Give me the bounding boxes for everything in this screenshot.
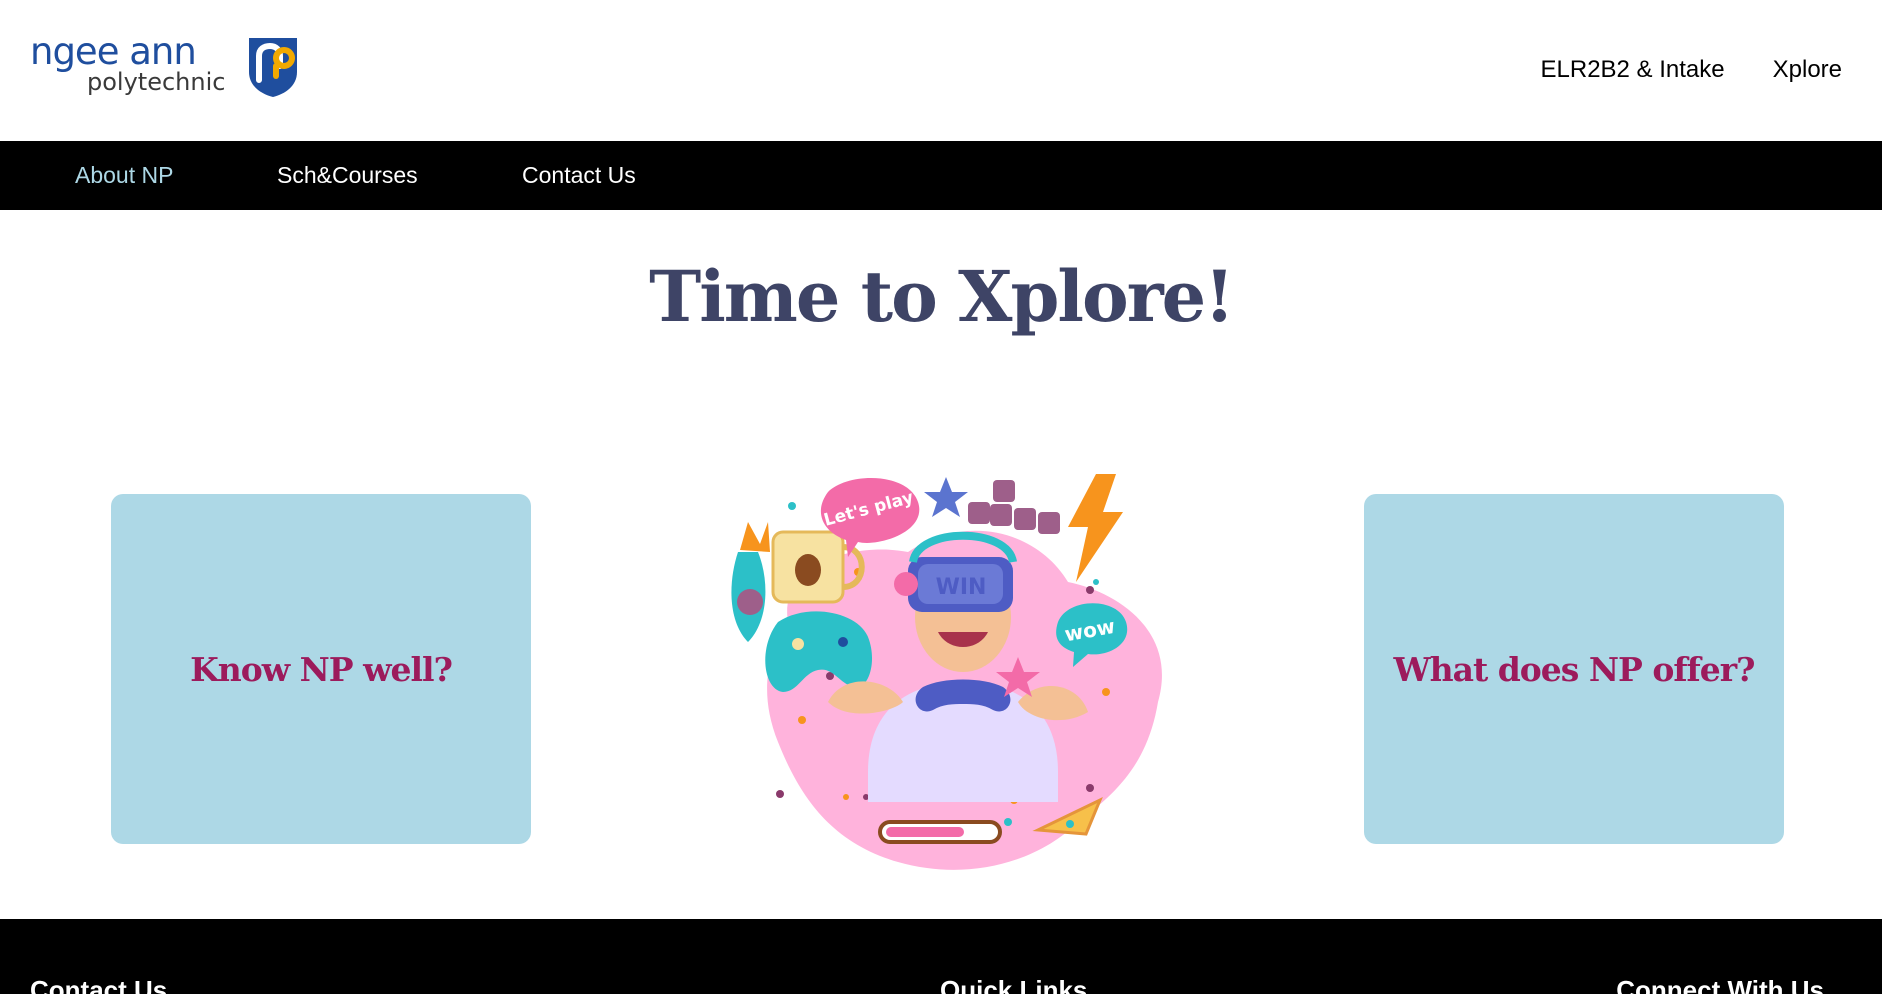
page-title: Time to Xplore!: [649, 255, 1235, 338]
main-nav-bar: About NP Sch&Courses Contact Us: [0, 141, 1882, 210]
footer-heading-connect-with-us: Connect With Us: [1616, 975, 1824, 994]
logo-wordmark-bottom: polytechnic: [87, 68, 226, 96]
card-what-does-np-offer[interactable]: What does NP offer?: [1364, 494, 1784, 844]
nav-item-sch-courses[interactable]: Sch&Courses: [277, 141, 418, 210]
top-utility-nav: ELR2B2 & Intake Xplore: [1541, 56, 1843, 84]
np-shield-logo-icon: [249, 38, 297, 97]
site-footer: Contact Us Quick Links Connect With Us: [0, 919, 1882, 994]
footer-heading-quick-links: Quick Links: [940, 975, 1088, 994]
nav-item-contact-us[interactable]: Contact Us: [522, 141, 636, 210]
nav-item-about-np[interactable]: About NP: [75, 141, 173, 210]
np-logo[interactable]: ngee ann polytechnic: [30, 30, 300, 100]
card-label: What does NP offer?: [1393, 649, 1756, 689]
card-know-np-well[interactable]: Know NP well?: [111, 494, 531, 844]
card-label: Know NP well?: [190, 649, 453, 689]
top-nav-xplore[interactable]: Xplore: [1773, 56, 1842, 84]
gamer-vr-illustration: Let's play WIN wow: [731, 474, 1162, 870]
top-nav-elr2b2-intake[interactable]: ELR2B2 & Intake: [1541, 56, 1725, 84]
logo-wordmark-top: ngee ann: [30, 30, 197, 73]
footer-heading-contact-us: Contact Us: [30, 975, 168, 994]
site-header: ngee ann polytechnic ELR2B2 & Intake Xpl…: [0, 0, 1882, 141]
headset-win-text: WIN: [936, 575, 987, 600]
